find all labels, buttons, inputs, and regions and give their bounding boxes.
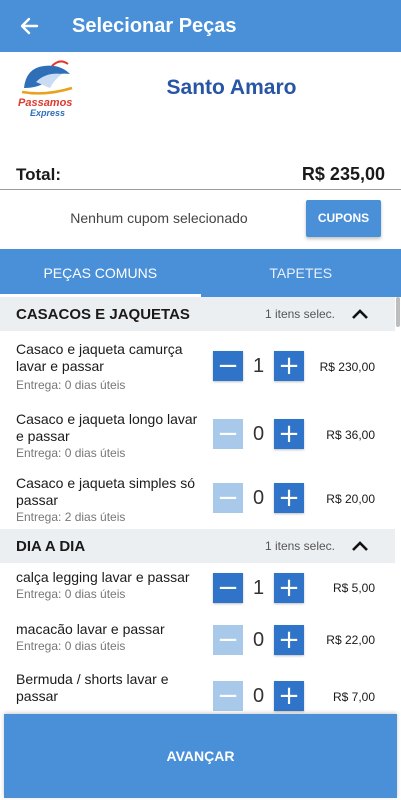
item-price: R$ 230,00	[319, 360, 375, 374]
advance-button[interactable]: AVANÇAR	[4, 714, 397, 798]
increase-button[interactable]: +	[274, 625, 304, 655]
plus-icon: +	[278, 681, 300, 711]
app-bar: Selecionar Peças	[0, 0, 401, 52]
list-item: Casaco e jaqueta simples só passar Entre…	[0, 465, 395, 529]
app-screen: Selecionar Peças Passamos Express Santo …	[0, 0, 401, 800]
increase-button[interactable]: +	[274, 681, 304, 711]
increase-button[interactable]: +	[274, 483, 304, 513]
plus-icon: +	[278, 625, 300, 655]
total-value: R$ 235,00	[301, 164, 385, 184]
item-delivery: Entrega: 0 dias úteis	[16, 587, 126, 601]
section-count: 1 itens selec.	[264, 307, 335, 321]
increase-button[interactable]: +	[274, 573, 304, 603]
decrease-button[interactable]: −	[213, 351, 243, 381]
minus-icon: −	[217, 681, 239, 711]
decrease-button[interactable]: −	[213, 419, 243, 449]
item-price: R$ 7,00	[332, 690, 375, 704]
item-name: Casaco e jaqueta longo lavar e passar	[16, 411, 198, 444]
item-name: Bermuda / shorts lavar e passar	[16, 671, 169, 704]
quantity-value: 0	[252, 628, 265, 651]
coupon-row: Nenhum cupom selecionado CUPONS	[0, 199, 401, 237]
plus-icon: +	[278, 573, 300, 603]
decrease-button[interactable]: −	[213, 625, 243, 655]
item-price: R$ 36,00	[326, 428, 375, 442]
item-name: macacão lavar e passar	[16, 621, 165, 637]
section-header[interactable]: CASACOS E JAQUETAS 1 itens selec.	[0, 297, 395, 331]
quantity-stepper: − 0 +	[213, 483, 304, 513]
quantity-value: 0	[252, 422, 265, 445]
minus-icon: −	[217, 625, 239, 655]
quantity-stepper: − 0 +	[213, 625, 304, 655]
total-label: Total:	[16, 164, 62, 184]
item-name: Casaco e jaqueta simples só passar	[16, 475, 195, 508]
item-name: calça legging lavar e passar	[16, 569, 190, 585]
minus-icon: −	[217, 351, 239, 381]
chevron-up-icon[interactable]	[349, 536, 371, 556]
tab-bar: PEÇAS COMUNS TAPETES	[0, 249, 401, 297]
list-item: Casaco e jaqueta camurça lavar e passar …	[0, 331, 395, 401]
decrease-button[interactable]: −	[213, 681, 243, 711]
minus-icon: −	[217, 573, 239, 603]
quantity-value: 1	[252, 576, 265, 599]
decrease-button[interactable]: −	[213, 573, 243, 603]
quantity-stepper: − 0 +	[213, 419, 304, 449]
total-row: Total: R$ 235,00	[0, 160, 401, 190]
increase-button[interactable]: +	[274, 351, 304, 381]
plus-icon: +	[278, 419, 300, 449]
items-list[interactable]: CASACOS E JAQUETAS 1 itens selec. Casaco…	[0, 297, 395, 717]
minus-icon: −	[217, 483, 239, 513]
page-title: Selecionar Peças	[72, 14, 237, 37]
svg-text:Express: Express	[30, 108, 65, 118]
list-item: Casaco e jaqueta longo lavar e passar En…	[0, 401, 395, 465]
minus-icon: −	[217, 419, 239, 449]
plus-icon: +	[278, 483, 300, 513]
scrollbar[interactable]	[396, 297, 400, 327]
tab-pecas-comuns[interactable]: PEÇAS COMUNS	[0, 249, 201, 297]
section-count: 1 itens selec.	[264, 539, 335, 553]
arrow-left-icon	[20, 17, 39, 35]
list-item: macacão lavar e passar Entrega: 0 dias ú…	[0, 609, 395, 659]
coupons-button[interactable]: CUPONS	[306, 199, 381, 237]
item-delivery: Entrega: 2 dias úteis	[16, 510, 126, 524]
quantity-stepper: − 1 +	[213, 573, 304, 603]
plus-icon: +	[278, 351, 300, 381]
item-name: Casaco e jaqueta camurça lavar e passar	[16, 341, 183, 374]
back-button[interactable]	[14, 11, 44, 41]
quantity-stepper: − 0 +	[213, 681, 304, 711]
quantity-stepper: − 1 +	[213, 351, 304, 381]
item-price: R$ 22,00	[326, 633, 375, 647]
section-title: DIA A DIA	[16, 537, 86, 555]
tab-tapetes[interactable]: TAPETES	[201, 249, 401, 297]
item-delivery: Entrega: 0 dias úteis	[16, 446, 126, 460]
quantity-value: 0	[252, 486, 265, 509]
item-price: R$ 20,00	[326, 492, 375, 506]
item-delivery: Entrega: 0 dias úteis	[16, 378, 126, 392]
section-header[interactable]: DIA A DIA 1 itens selec.	[0, 529, 395, 563]
store-header: Passamos Express Santo Amaro	[0, 52, 401, 144]
item-price: R$ 5,00	[332, 581, 375, 595]
increase-button[interactable]: +	[274, 419, 304, 449]
chevron-up-icon[interactable]	[349, 304, 371, 324]
section-title: CASACOS E JAQUETAS	[16, 305, 190, 323]
quantity-value: 0	[252, 684, 265, 707]
list-item: Bermuda / shorts lavar e passar − 0 + R$…	[0, 659, 395, 717]
coupon-status: Nenhum cupom selecionado	[70, 210, 248, 226]
list-item: calça legging lavar e passar Entrega: 0 …	[0, 563, 395, 609]
item-delivery: Entrega: 0 dias úteis	[16, 639, 126, 653]
decrease-button[interactable]: −	[213, 483, 243, 513]
quantity-value: 1	[252, 354, 265, 377]
store-name: Santo Amaro	[166, 76, 297, 99]
